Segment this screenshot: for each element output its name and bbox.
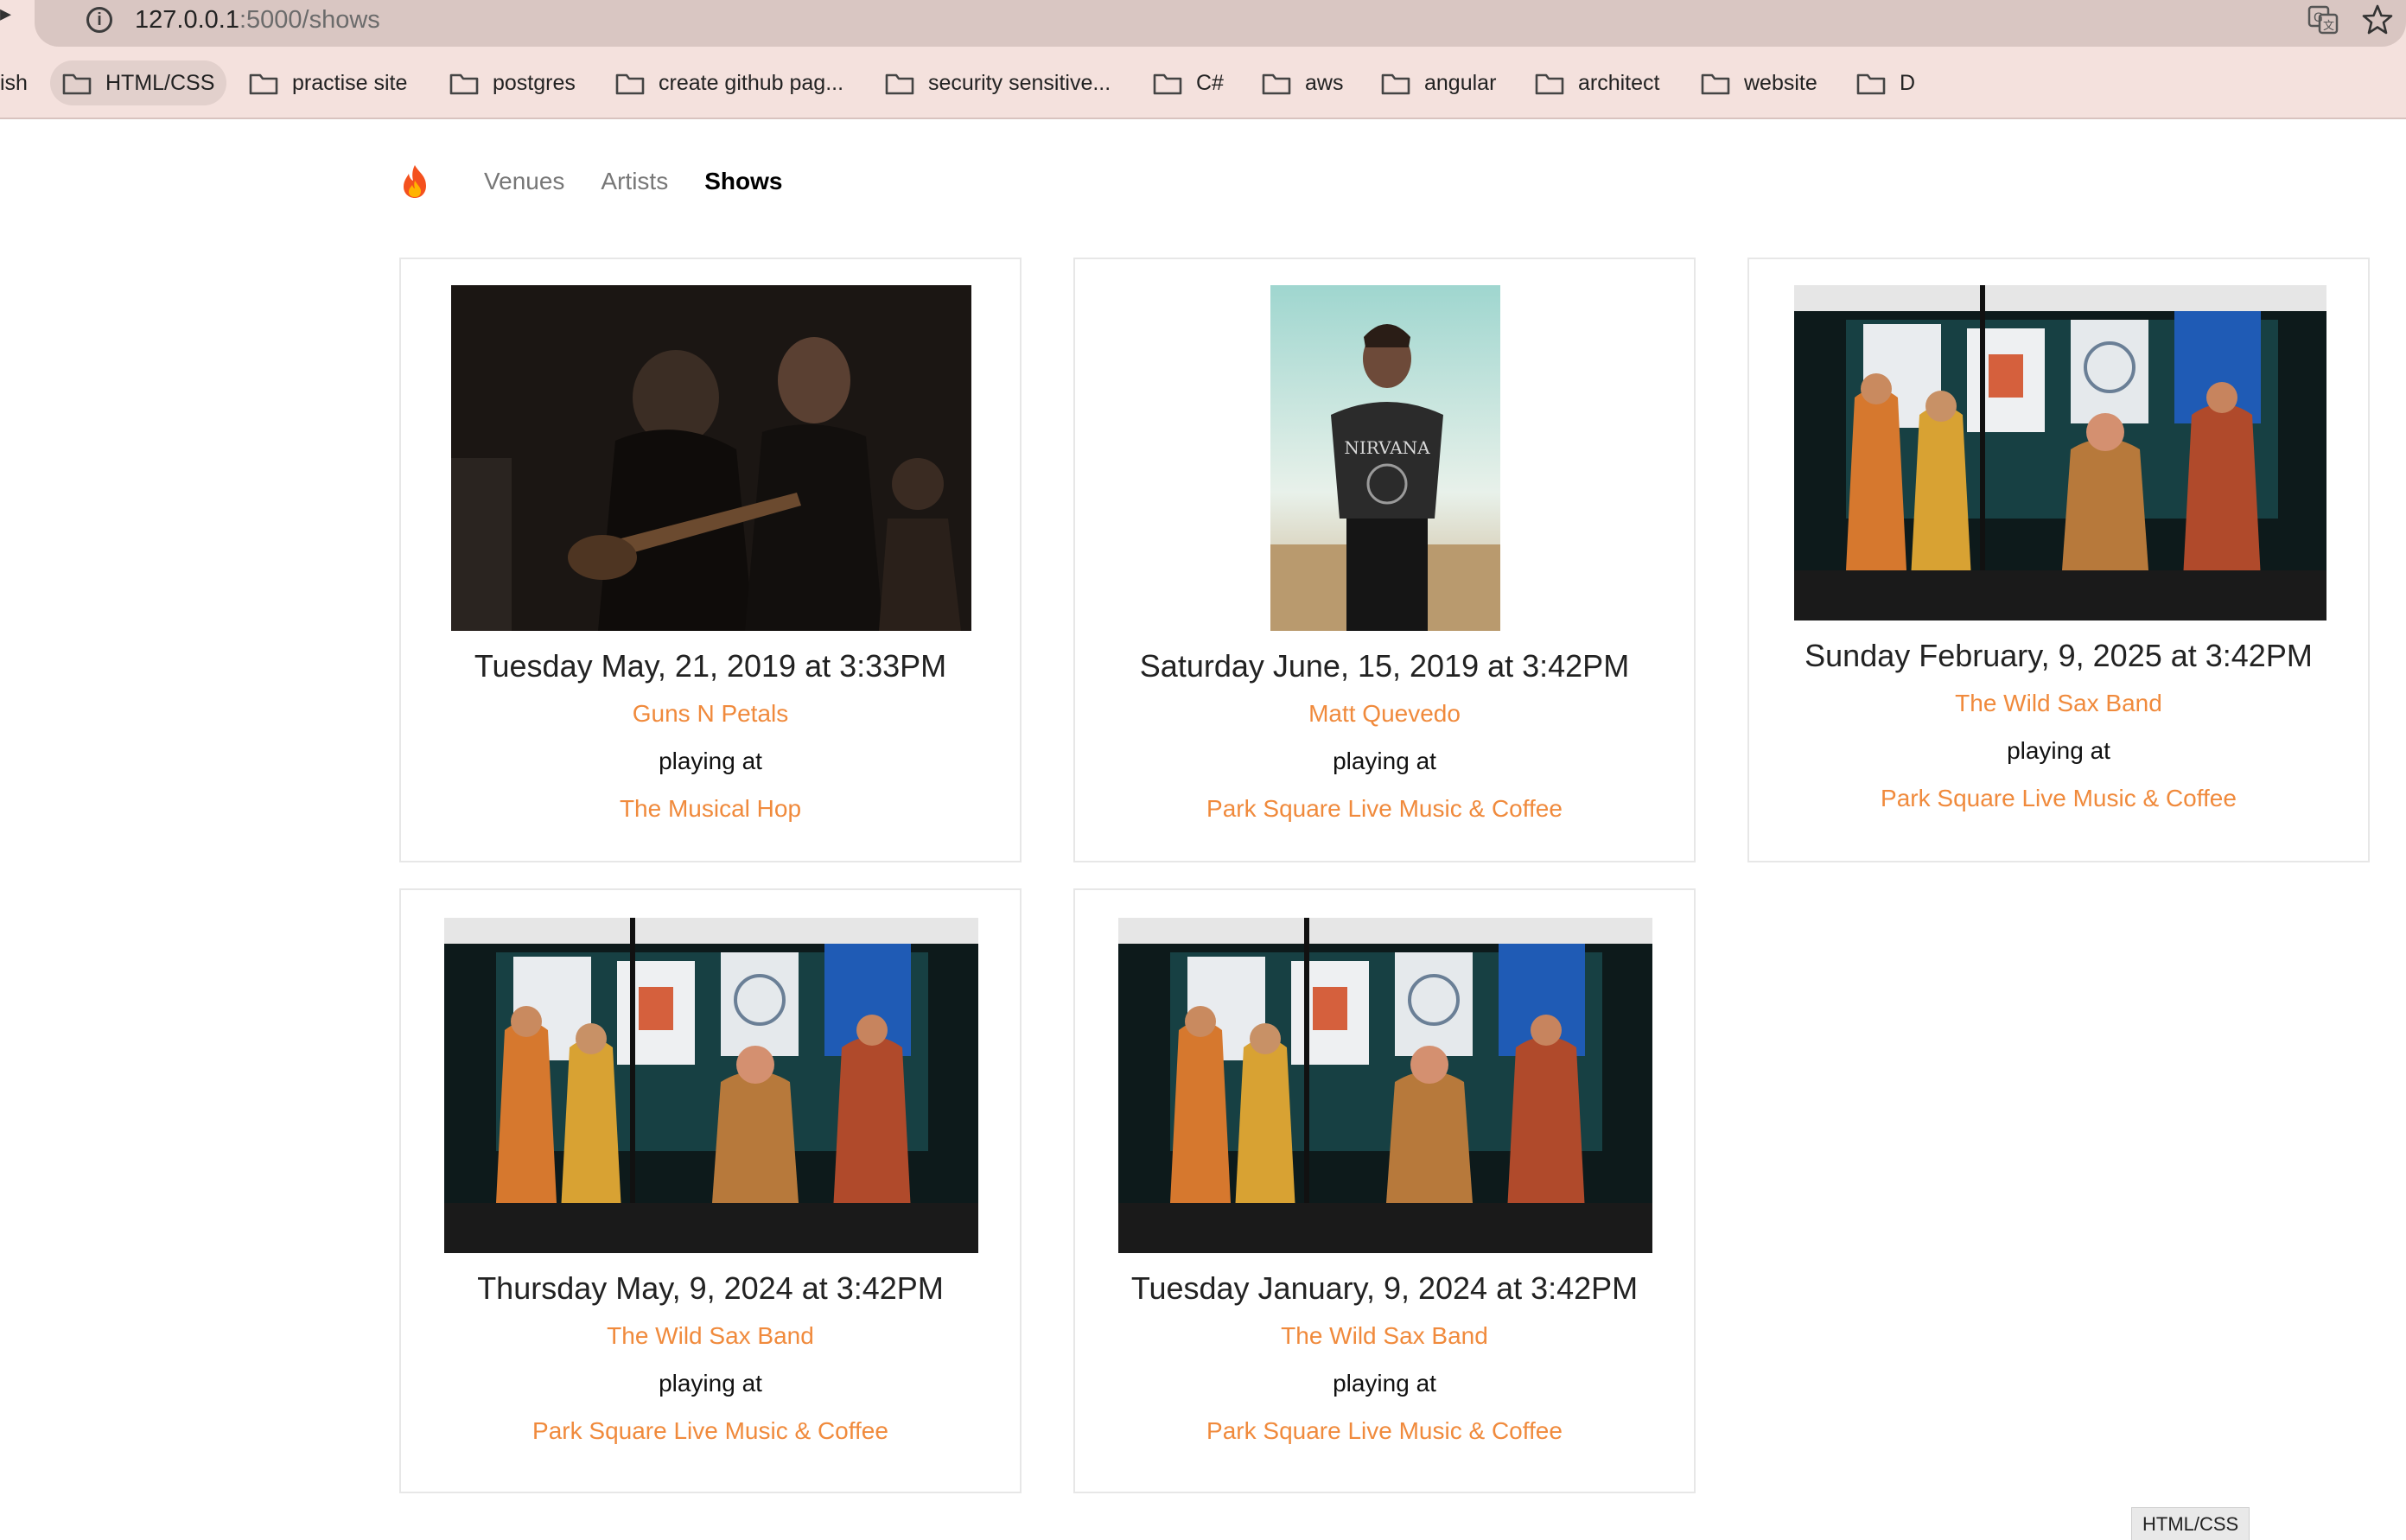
bookmark-label: postgres <box>493 70 576 95</box>
bookmark-label: security sensitive... <box>928 70 1111 95</box>
folder-icon <box>1262 73 1291 95</box>
show-venue-link[interactable]: Park Square Live Music & Coffee <box>1075 1417 1694 1445</box>
bookmark-label: D <box>1900 70 1916 95</box>
show-venue-link[interactable]: The Musical Hop <box>401 795 1020 823</box>
bookmark-star-icon[interactable] <box>2361 3 2394 36</box>
url-host: 127.0.0.1 <box>135 6 239 34</box>
folder-icon <box>1535 73 1564 95</box>
bookmark-item[interactable]: ish <box>0 60 28 105</box>
show-artist-link[interactable]: Guns N Petals <box>401 700 1020 728</box>
svg-text:NIRVANA: NIRVANA <box>1344 437 1430 458</box>
folder-icon <box>1381 73 1410 95</box>
show-date: Tuesday January, 9, 2024 at 3:42PM <box>1130 1270 1639 1306</box>
svg-text:文: 文 <box>2323 20 2334 33</box>
nav-link-shows[interactable]: Shows <box>704 168 782 195</box>
show-artist-link[interactable]: The Wild Sax Band <box>401 1322 1020 1350</box>
browser-chrome: ▸ i 127.0.0.1:5000/shows G 文 ish HTML/CS… <box>0 0 2406 119</box>
show-artist-link[interactable]: Matt Quevedo <box>1075 700 1694 728</box>
show-artist-link[interactable]: The Wild Sax Band <box>1075 1322 1694 1350</box>
site-nav: Venues Artists Shows <box>398 156 782 207</box>
nav-link-venues[interactable]: Venues <box>484 168 564 195</box>
nav-link-artists[interactable]: Artists <box>601 168 668 195</box>
bookmark-folder-github-pages[interactable]: create github pag... <box>615 60 843 105</box>
folder-icon <box>249 73 278 95</box>
show-venue-link[interactable]: Park Square Live Music & Coffee <box>1749 785 2368 812</box>
bookmark-label: practise site <box>292 70 408 95</box>
bookmark-folder-postgres[interactable]: postgres <box>449 60 576 105</box>
show-card[interactable]: Sunday February, 9, 2025 at 3:42PM The W… <box>1747 258 2370 862</box>
folder-icon <box>885 73 914 95</box>
tab-edge-glyph: ▸ <box>0 0 12 26</box>
show-date: Tuesday May, 21, 2019 at 3:33PM <box>474 648 947 684</box>
show-card[interactable]: Thursday May, 9, 2024 at 3:42PM The Wild… <box>399 888 1022 1493</box>
man-in-nirvana-shirt-photo[interactable]: NIRVANA <box>1270 285 1500 631</box>
show-artist-link[interactable]: The Wild Sax Band <box>1749 690 2368 717</box>
playing-at-label: playing at <box>1333 748 1436 774</box>
band-playing-guitar-dark-photo[interactable] <box>451 285 971 631</box>
folk-band-on-stage-photo[interactable] <box>1118 918 1652 1253</box>
bookmark-folder-csharp[interactable]: C# <box>1153 60 1224 105</box>
bookmark-label: aws <box>1305 70 1344 95</box>
bookmark-label: angular <box>1424 70 1497 95</box>
url-path: :5000/shows <box>239 6 380 34</box>
bookmark-label: architect <box>1578 70 1660 95</box>
translate-icon[interactable]: G 文 <box>2307 5 2339 35</box>
folder-icon <box>1701 73 1730 95</box>
show-date: Saturday June, 15, 2019 at 3:42PM <box>1139 648 1630 684</box>
bookmark-label: create github pag... <box>659 70 844 95</box>
url-text[interactable]: 127.0.0.1:5000/shows <box>135 3 380 36</box>
folder-icon <box>62 73 92 95</box>
bookmarks-bar: ish HTML/CSS practise site postgres crea… <box>0 60 2406 105</box>
bookmark-folder-aws[interactable]: aws <box>1262 60 1343 105</box>
bookmark-folder-angular[interactable]: angular <box>1381 60 1496 105</box>
show-card[interactable]: Tuesday January, 9, 2024 at 3:42PM The W… <box>1073 888 1696 1493</box>
show-card[interactable]: NIRVANA Saturday June, 15, 2019 at 3:42P… <box>1073 258 1696 862</box>
playing-at-label: playing at <box>2007 737 2110 764</box>
playing-at-label: playing at <box>1333 1370 1436 1397</box>
folder-icon <box>449 73 479 95</box>
flame-icon[interactable] <box>398 163 432 200</box>
folk-band-on-stage-photo[interactable] <box>444 918 978 1253</box>
show-card[interactable]: Tuesday May, 21, 2019 at 3:33PM Guns N P… <box>399 258 1022 862</box>
playing-at-label: playing at <box>659 748 762 774</box>
address-bar[interactable]: i 127.0.0.1:5000/shows G 文 <box>35 0 2406 47</box>
show-venue-link[interactable]: Park Square Live Music & Coffee <box>401 1417 1020 1445</box>
bookmark-label: website <box>1744 70 1817 95</box>
bookmark-folder-d[interactable]: D <box>1856 60 1915 105</box>
playing-at-label: playing at <box>659 1370 762 1397</box>
folder-icon <box>1153 73 1182 95</box>
show-date: Thursday May, 9, 2024 at 3:42PM <box>477 1270 944 1306</box>
bookmark-folder-website[interactable]: website <box>1701 60 1817 105</box>
show-venue-link[interactable]: Park Square Live Music & Coffee <box>1075 795 1694 823</box>
show-date: Sunday February, 9, 2025 at 3:42PM <box>1804 638 2313 673</box>
bookmark-label: ish <box>0 70 28 95</box>
folder-icon <box>615 73 645 95</box>
folk-band-on-stage-photo[interactable] <box>1794 285 2326 620</box>
link-status-tooltip: HTML/CSS <box>2131 1507 2250 1540</box>
bookmark-folder-practise-site[interactable]: practise site <box>249 60 407 105</box>
bookmark-label: C# <box>1196 70 1224 95</box>
folder-icon <box>1856 73 1886 95</box>
svg-text:G: G <box>2314 11 2323 25</box>
bookmark-folder-architect[interactable]: architect <box>1535 60 1659 105</box>
bookmark-label: HTML/CSS <box>105 70 215 95</box>
site-info-icon[interactable]: i <box>86 7 112 33</box>
bookmark-folder-security[interactable]: security sensitive... <box>885 60 1111 105</box>
bookmark-folder-html-css[interactable]: HTML/CSS <box>50 60 227 105</box>
